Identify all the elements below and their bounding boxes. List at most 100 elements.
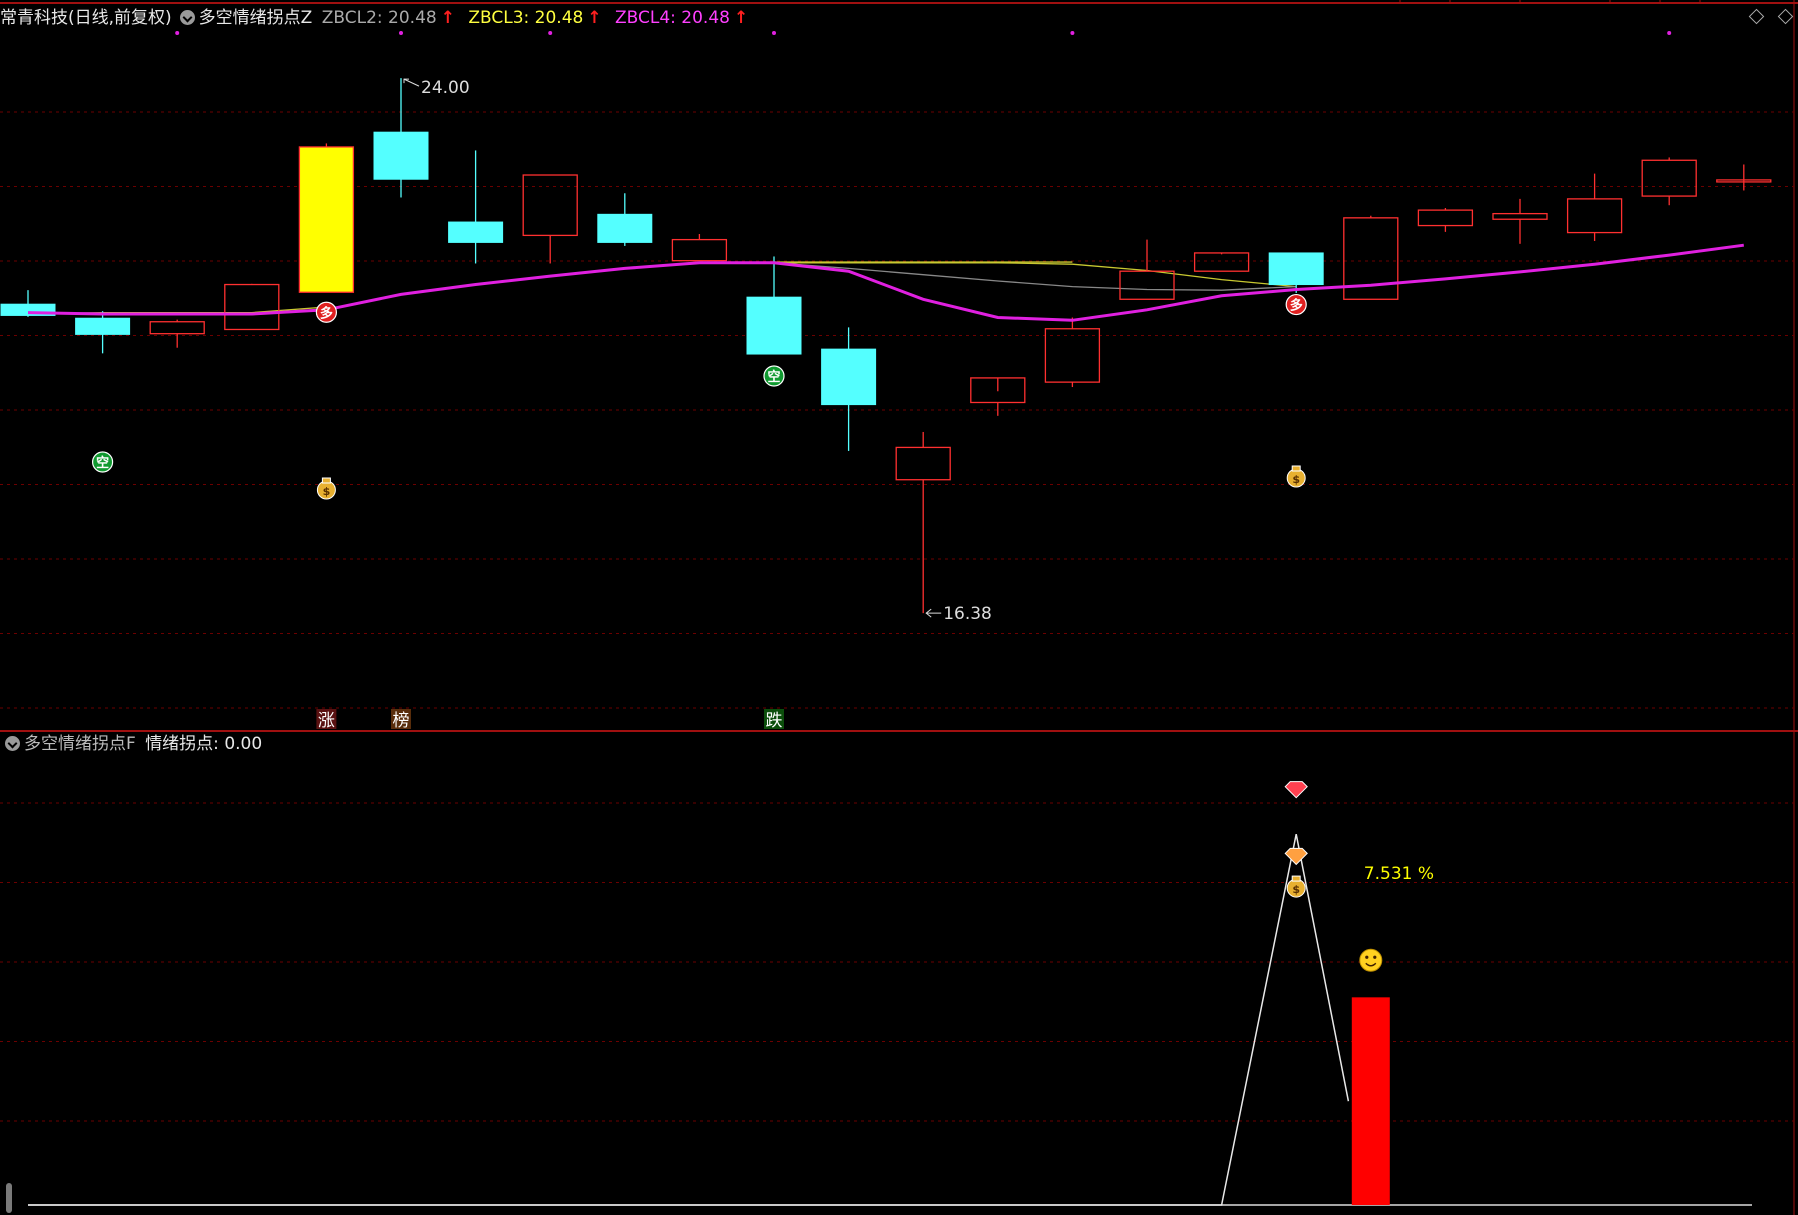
candle (821, 327, 877, 451)
candle (1566, 173, 1623, 242)
money-bag-icon: $ (1286, 465, 1306, 488)
marker-dot (1667, 31, 1672, 35)
sub-indicator-value: 情绪拐点: 0.00 (145, 734, 263, 754)
emotion-line (28, 834, 1350, 1206)
sub-panel-header: 多空情绪拐点F 情绪拐点: 0.00 (0, 733, 266, 755)
candle-body (224, 283, 280, 331)
candle (373, 78, 429, 198)
up-arrow-icon: ↑ (440, 8, 455, 28)
marker-dot (548, 31, 553, 35)
candle (149, 319, 205, 348)
gem-red-icon (1284, 781, 1308, 799)
marker-dot (399, 31, 403, 35)
money-bag-icon: $ (316, 477, 336, 500)
up-arrow-icon: ↑ (733, 8, 749, 28)
annotation-label: 24.00 (421, 78, 470, 98)
money-bag-neck (1291, 465, 1301, 472)
smiley-icon (1359, 948, 1383, 972)
candle (597, 193, 653, 246)
candle (75, 311, 131, 354)
smiley-eye (1365, 955, 1369, 959)
candle (448, 150, 504, 264)
money-bag-icon: $ (1286, 875, 1306, 898)
candle-body (149, 321, 205, 335)
candle-body (597, 213, 653, 243)
candle-body (1492, 212, 1548, 220)
candle-body (1044, 328, 1101, 383)
money-bag-neck (321, 477, 331, 484)
candle-body (522, 174, 578, 237)
bear-signal-icon: 空 (91, 451, 114, 473)
bull-signal-icon: 多 (1285, 293, 1307, 316)
bull-signal-icon-text: 多 (1290, 298, 1303, 314)
marker-dot (175, 31, 180, 35)
ma-gray-line (773, 262, 1297, 291)
candle-body (821, 348, 877, 406)
smiley-eye (1373, 955, 1377, 959)
bear-signal-icon-text: 空 (767, 369, 780, 385)
candle (1492, 198, 1548, 244)
candle-body (448, 221, 504, 243)
up-arrow-icon: ↑ (587, 8, 602, 28)
candle-body (895, 446, 951, 481)
price-annotation: 16.38 (925, 604, 992, 624)
candle-body (671, 238, 728, 262)
stock-chart[interactable]: 24.0016.38多多空空$$涨榜跌7.531 %$ (0, 0, 1798, 1215)
candle (746, 256, 802, 355)
zbcl3-label: ZBCL3: 20.48 ↑ (468, 8, 602, 28)
money-bag-symbol: $ (323, 485, 331, 498)
candle-body (1417, 209, 1474, 227)
money-bag-symbol: $ (1292, 883, 1300, 896)
bottom-tag: 跌 (764, 709, 784, 731)
gem-orange-icon (1284, 847, 1308, 866)
annotation-label: 16.38 (943, 604, 992, 624)
indicator-toggle-icon[interactable] (5, 736, 20, 751)
bottom-tag-text: 涨 (318, 711, 335, 731)
candle-body (1119, 270, 1175, 300)
candle (298, 143, 355, 293)
bull-signal-icon: 多 (315, 301, 337, 323)
pct-label: 7.531 % (1364, 864, 1434, 884)
indicator-toggle-icon[interactable] (179, 10, 195, 25)
price-annotation: 24.00 (403, 78, 470, 98)
bull-signal-icon-text: 多 (320, 305, 333, 321)
zbcl2-label: ZBCL2: 20.48 ↑ (321, 8, 455, 28)
candle-body-fill (300, 147, 353, 292)
stock-title: 常青科技(日线,前复权) (0, 8, 172, 28)
emotion-bar (1351, 997, 1390, 1205)
bear-signal-icon: 空 (763, 365, 785, 387)
ma-yellow-line (774, 262, 1297, 288)
candle (671, 233, 728, 262)
marker-dot (1070, 31, 1075, 35)
candle (1417, 208, 1474, 232)
bottom-tag-text: 榜 (393, 711, 410, 731)
candle-body (746, 296, 802, 355)
candle-body (1193, 252, 1250, 272)
candle (895, 431, 951, 614)
candle-body (1641, 159, 1697, 197)
bottom-tag: 涨 (316, 709, 337, 731)
bottom-tag-text: 跌 (766, 711, 783, 731)
money-bag-neck (1291, 875, 1301, 882)
annotation-pointer (403, 78, 420, 87)
ma-main-line (27, 243, 1744, 322)
candle (224, 283, 280, 331)
candle (522, 174, 578, 264)
candle (1193, 252, 1250, 272)
candle-body (373, 131, 429, 180)
candle-body (1268, 252, 1324, 286)
zbcl4-label: ZBCL4: 20.48 ↑ (614, 8, 749, 28)
candle (1044, 317, 1101, 388)
candle (1641, 157, 1697, 206)
sub-indicator-name: 多空情绪拐点F (24, 734, 136, 754)
indicator-name: 多空情绪拐点Z (198, 8, 313, 28)
money-bag-symbol: $ (1292, 473, 1300, 486)
candle-body (1566, 198, 1623, 234)
candle-body (75, 317, 131, 335)
main-panel-header: 常青科技(日线,前复权) 多空情绪拐点Z ZBCL2: 20.48 ↑ ZBCL3:… (0, 7, 756, 29)
marker-dot (772, 31, 776, 35)
scroll-handle[interactable] (6, 1183, 12, 1213)
smiley-face (1359, 948, 1383, 972)
bear-signal-icon-text: 空 (96, 455, 109, 471)
bottom-tag: 榜 (391, 709, 411, 731)
